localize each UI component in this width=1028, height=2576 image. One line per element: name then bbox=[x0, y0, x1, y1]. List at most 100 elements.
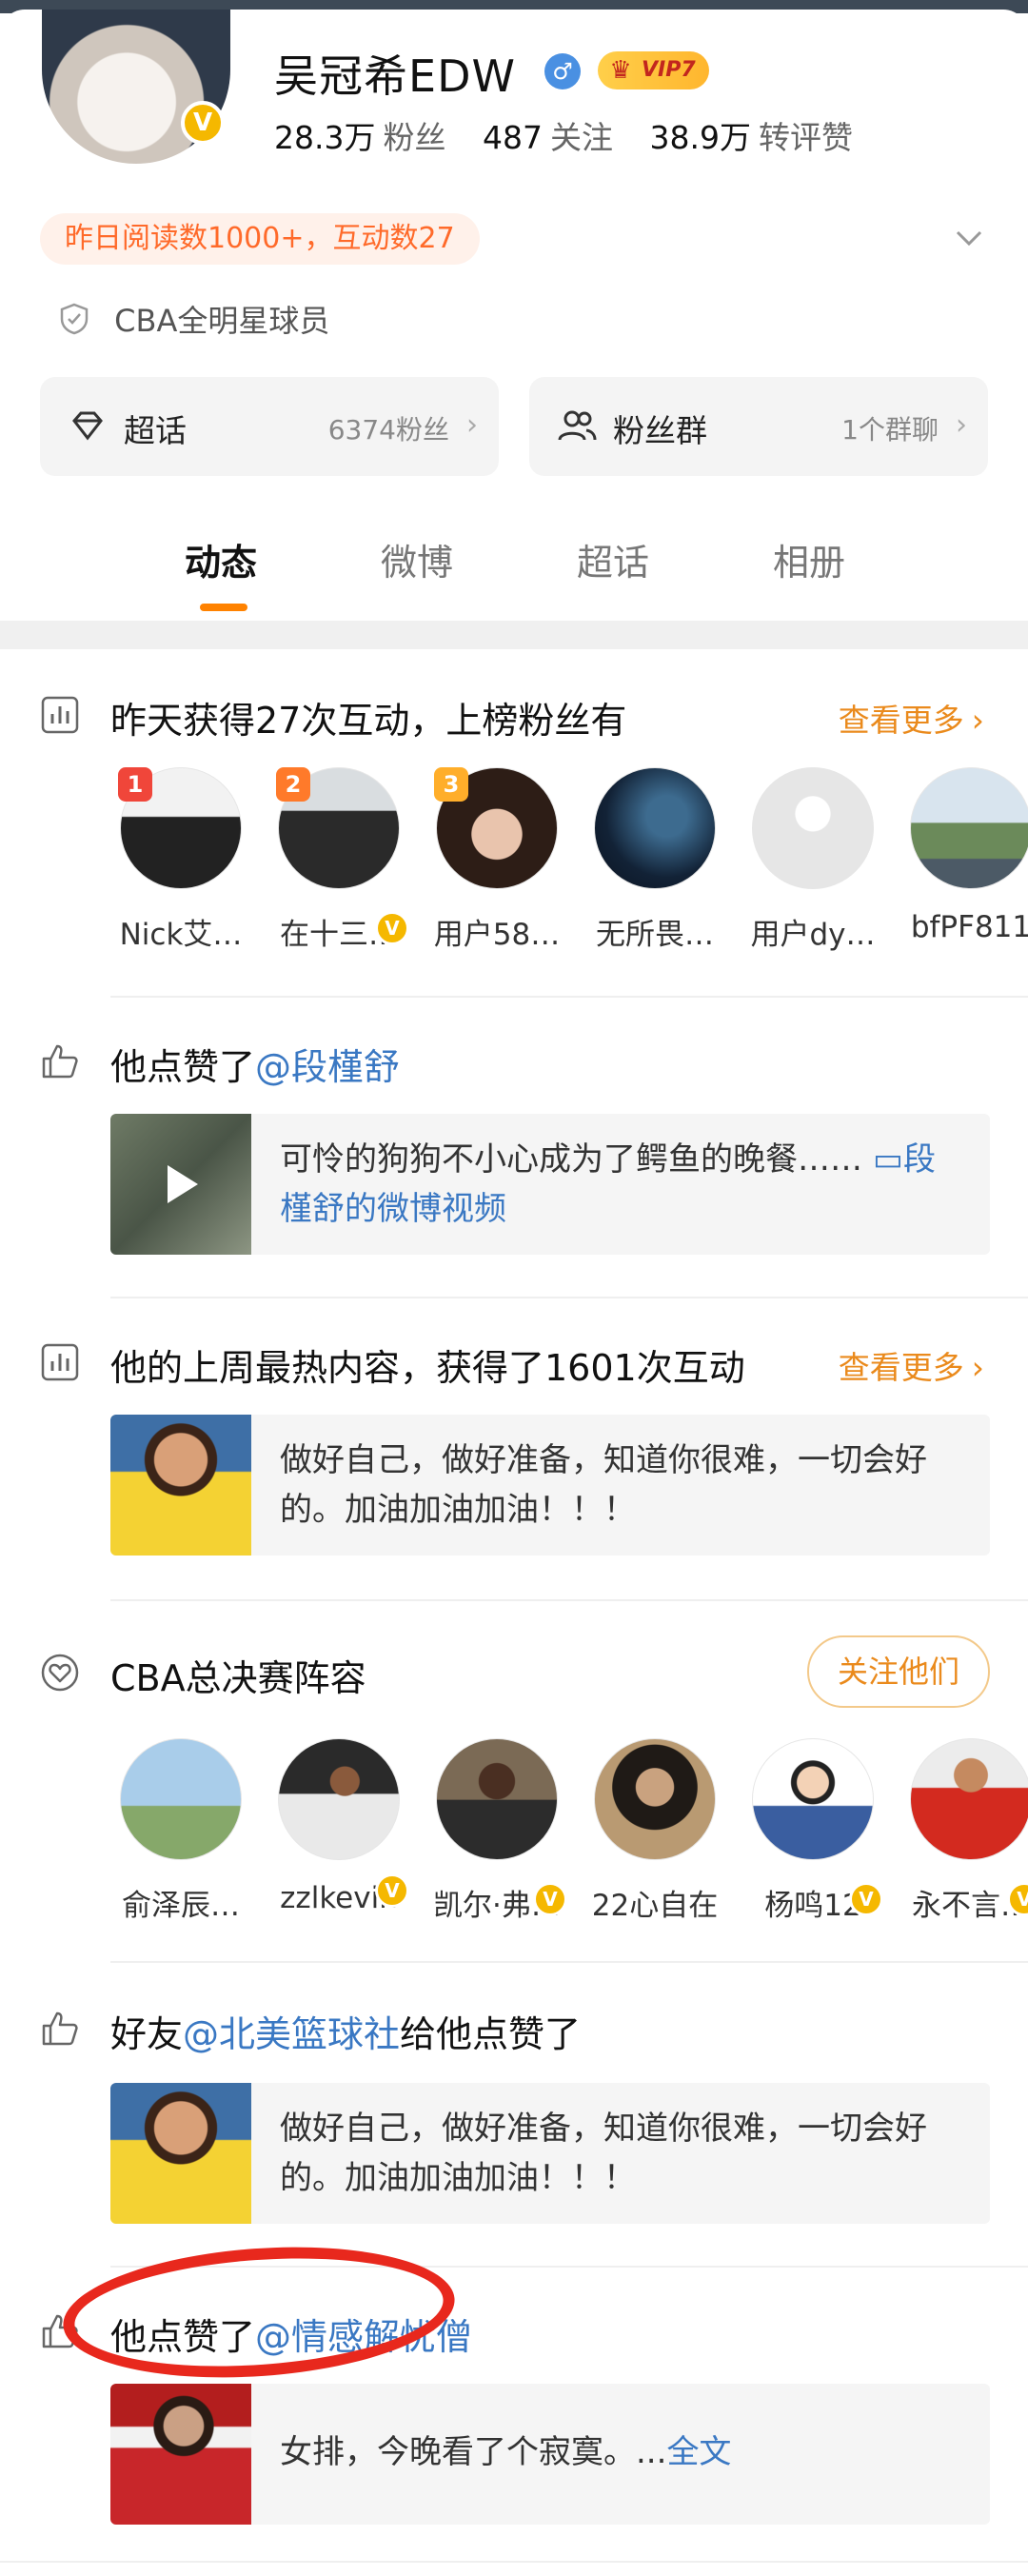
see-more-label: 查看更多 bbox=[838, 1349, 964, 1386]
player-item[interactable]: 22心自在 bbox=[579, 1738, 731, 1924]
post-thumbnail bbox=[110, 1415, 251, 1556]
friend-prefix: 好友 bbox=[110, 2013, 184, 2055]
stat-number: 38.9万 bbox=[649, 119, 751, 156]
fan-group-title: 粉丝群 bbox=[613, 412, 707, 449]
profile-stats: 28.3万 粉丝 487 关注 38.9万 转评赞 bbox=[274, 112, 880, 158]
bar-chart-icon bbox=[41, 696, 79, 734]
fan-item[interactable]: 用户dy… bbox=[737, 767, 889, 953]
tab-activity[interactable]: 动态 bbox=[185, 533, 257, 585]
stat-label: 关注 bbox=[549, 119, 613, 156]
supertopic-entry[interactable]: 超话 6374粉丝 › bbox=[40, 377, 499, 476]
player-item[interactable]: V 永不言… bbox=[895, 1738, 1028, 1924]
tab-supertopic[interactable]: 超话 bbox=[577, 533, 649, 585]
player-name: 俞泽辰… bbox=[122, 1889, 240, 1923]
interaction-section-title: 昨天获得27次互动，上榜粉丝有 bbox=[110, 700, 627, 742]
player-name: 22心自在 bbox=[591, 1889, 719, 1923]
chevron-right-icon: › bbox=[956, 408, 967, 442]
stat-number: 487 bbox=[482, 119, 543, 156]
chevron-down-icon[interactable] bbox=[952, 221, 986, 255]
rank-badge: 2 bbox=[276, 767, 310, 802]
active-tab-indicator bbox=[200, 604, 247, 611]
see-more-link[interactable]: 查看更多 › bbox=[839, 695, 984, 741]
fan-name: bfPF811 bbox=[910, 910, 1028, 944]
profile-tabs: 动态 微博 超话 相册 bbox=[0, 533, 1028, 609]
see-more-label: 查看更多 bbox=[838, 702, 964, 739]
vip-badge[interactable]: ♛ VIP7 bbox=[598, 51, 709, 89]
player-item[interactable]: 俞泽辰… bbox=[105, 1738, 257, 1924]
player-item[interactable]: V 凯尔·弗… bbox=[421, 1738, 573, 1924]
fan-group-entry[interactable]: 粉丝群 1个群聊 › bbox=[529, 377, 988, 476]
certification-text: CBA全明星球员 bbox=[114, 303, 330, 339]
post-thumbnail bbox=[110, 2384, 251, 2525]
liked-post-card[interactable]: 可怜的狗狗不小心成为了鳄鱼的晚餐…… ▭段槿舒的微博视频 bbox=[110, 1114, 990, 1255]
vip-label: VIP7 bbox=[642, 58, 696, 82]
post-text: 做好自己，做好准备，知道你很难，一切会好的。加油加油加油！！！ bbox=[280, 1441, 927, 1529]
post-text: 可怜的狗狗不小心成为了鳄鱼的晚餐…… ▭段槿舒的微博视频 bbox=[280, 1135, 965, 1234]
follow-them-button[interactable]: 关注他们 bbox=[807, 1635, 990, 1708]
section-divider bbox=[0, 621, 1028, 649]
bar-chart-icon bbox=[41, 1343, 79, 1381]
reads-interaction-pill[interactable]: 昨日阅读数1000+，互动数27 bbox=[40, 213, 480, 265]
player-avatar bbox=[910, 1738, 1028, 1860]
verified-badge-icon: V bbox=[849, 1882, 883, 1916]
fan-item[interactable]: 3 用户58… bbox=[421, 767, 573, 953]
post-snippet: 女排，今晚看了个寂寞。... bbox=[280, 2433, 667, 2471]
crown-icon: ♛ bbox=[609, 56, 632, 85]
hot-post-card[interactable]: 做好自己，做好准备，知道你很难，一切会好的。加油加油加油！！！ bbox=[110, 1415, 990, 1556]
fan-name: 用户58… bbox=[433, 918, 561, 952]
post-text: 做好自己，做好准备，知道你很难，一切会好的。加油加油加油！！！ bbox=[280, 2110, 927, 2197]
play-icon bbox=[168, 1165, 198, 1203]
fan-item[interactable]: 2 V 在十三… bbox=[263, 767, 415, 953]
shield-icon bbox=[60, 303, 89, 335]
profile-name: 吴冠希EDW bbox=[274, 50, 516, 102]
fan-item[interactable]: 无所畏… bbox=[579, 767, 731, 953]
fan-avatar bbox=[594, 767, 716, 889]
red-annotation-circle bbox=[58, 2234, 460, 2390]
divider bbox=[110, 1297, 1028, 1298]
see-more-link[interactable]: 查看更多 › bbox=[839, 1342, 984, 1388]
verified-badge-icon: V bbox=[375, 911, 409, 945]
rank-badge: 1 bbox=[118, 767, 152, 802]
player-item[interactable]: V zzlkevin bbox=[263, 1738, 415, 1915]
mention-link[interactable]: @段槿舒 bbox=[255, 1046, 400, 1088]
friend-like-title: 好友@北美篮球社给他点赞了 bbox=[110, 2005, 581, 2057]
friend-liked-post-card[interactable]: 做好自己，做好准备，知道你很难，一切会好的。加油加油加油！！！ bbox=[110, 2083, 990, 2224]
like-prefix: 他点赞了 bbox=[110, 1046, 256, 1088]
supertopic-title: 超话 bbox=[124, 412, 187, 449]
stat-label: 粉丝 bbox=[383, 119, 446, 156]
post-text: 女排，今晚看了个寂寞。...全文 bbox=[280, 2427, 965, 2477]
divider bbox=[110, 996, 1028, 998]
video-thumbnail bbox=[110, 1114, 251, 1255]
thumbs-up-icon bbox=[42, 1044, 78, 1079]
fan-item[interactable]: 1 Nick艾… bbox=[105, 767, 257, 953]
tab-weibo[interactable]: 微博 bbox=[381, 533, 453, 585]
fan-item[interactable]: bfPF811 bbox=[895, 767, 1028, 944]
certification: CBA全明星球员 bbox=[57, 297, 329, 341]
player-avatar bbox=[594, 1738, 716, 1860]
hot-content-title: 他的上周最热内容，获得了1601次互动 bbox=[110, 1347, 745, 1389]
friend-suffix: 给他点赞了 bbox=[400, 2013, 582, 2055]
mention-link[interactable]: @北美篮球社 bbox=[183, 2013, 400, 2055]
verified-badge-icon: V bbox=[181, 101, 225, 145]
stat-followers[interactable]: 28.3万 粉丝 bbox=[274, 119, 445, 156]
stat-reposts-comments-likes[interactable]: 38.9万 转评赞 bbox=[649, 119, 852, 156]
top-fans-row: 1 Nick艾… 2 V 在十三… 3 用户58… 无所畏… 用户dy… bfP… bbox=[0, 767, 1028, 958]
full-text-link[interactable]: 全文 bbox=[666, 2433, 731, 2471]
player-item[interactable]: V 杨鸣12 bbox=[737, 1738, 889, 1924]
chevron-right-icon: › bbox=[971, 1349, 984, 1386]
tab-album[interactable]: 相册 bbox=[773, 533, 845, 585]
verified-badge-icon: V bbox=[375, 1873, 409, 1908]
cba-players-row: 俞泽辰… V zzlkevin V 凯尔·弗… 22心自在 V 杨鸣12 V 永… bbox=[0, 1738, 1028, 1929]
like-activity-title: 他点赞了@段槿舒 bbox=[110, 1038, 400, 1090]
player-avatar bbox=[120, 1738, 242, 1860]
liked-post-card[interactable]: 女排，今晚看了个寂寞。...全文 bbox=[110, 2384, 990, 2525]
rank-badge: 3 bbox=[434, 767, 468, 802]
post-snippet: 可怜的狗狗不小心成为了鳄鱼的晚餐…… bbox=[280, 1140, 862, 1179]
stat-following[interactable]: 487 关注 bbox=[483, 119, 613, 156]
fan-avatar bbox=[910, 767, 1028, 889]
divider bbox=[110, 1599, 1028, 1601]
player-avatar bbox=[752, 1738, 874, 1860]
group-icon bbox=[558, 410, 597, 441]
video-icon: ▭ bbox=[872, 1140, 903, 1179]
stat-label: 转评赞 bbox=[758, 119, 853, 156]
